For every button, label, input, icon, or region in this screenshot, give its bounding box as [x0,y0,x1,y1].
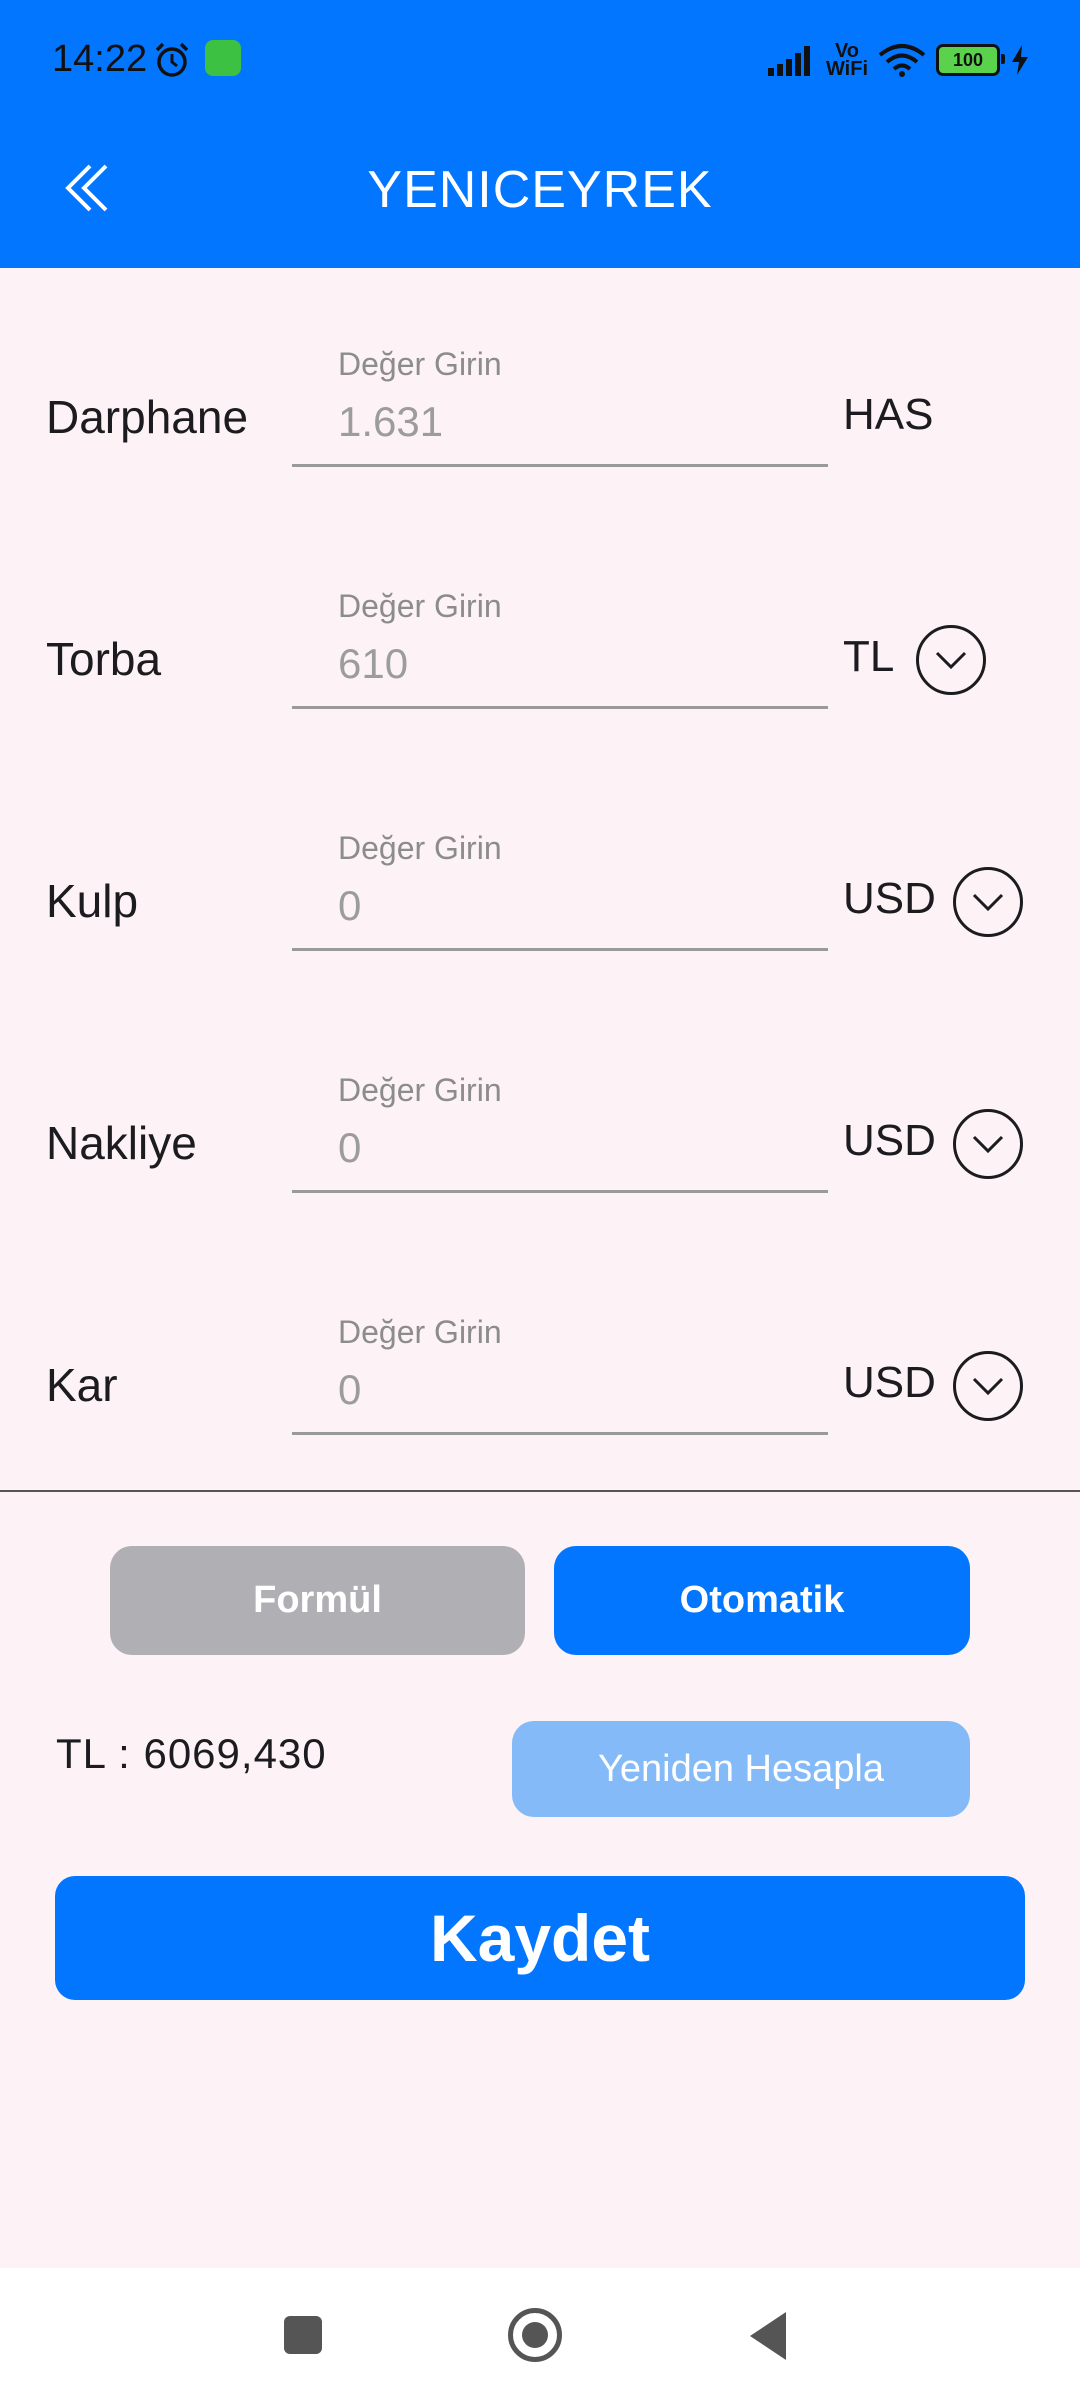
form-row-torba: Torba Değer Girin 610 TL [0,578,1080,738]
vowifi-bottom-label: WiFi [825,58,868,80]
battery-level: 100 [952,49,984,70]
form-row-darphane: Darphane Değer Girin 1.631 HAS [0,336,1080,496]
row-label: Nakliye [46,1117,197,1169]
currency-dropdown[interactable] [916,625,986,695]
unit-label: HAS [843,390,934,439]
chevron-down-icon [972,893,1004,912]
alarm-icon [152,40,192,85]
value-field[interactable]: Değer Girin 1.631 [292,336,828,467]
value-field[interactable]: Değer Girin 610 [292,578,828,709]
app-header: 14:22 Vo WiFi 100 YENICEYREK [0,0,1080,268]
unit-label: USD [843,874,936,923]
unit-label: USD [843,1116,936,1165]
charging-icon [1012,45,1028,75]
recents-icon[interactable] [284,2316,322,2354]
vowifi-indicator: Vo WiFi [825,41,868,80]
field-caption: Değer Girin [338,346,502,382]
field-value[interactable]: 610 [338,640,818,688]
row-label: Kar [46,1359,118,1411]
form-row-kar: Kar Değer Girin 0 USD [0,1304,1080,1464]
unit-label: USD [843,1358,936,1407]
field-caption: Değer Girin [338,830,502,866]
system-nav-bar [0,2268,1080,2400]
chevron-down-icon [972,1377,1004,1396]
formul-button[interactable]: Formül [110,1546,525,1655]
form-row-kulp: Kulp Değer Girin 0 USD [0,820,1080,980]
status-time: 14:22 [52,38,148,80]
battery-icon: 100 [936,44,1005,76]
recalculate-button[interactable]: Yeniden Hesapla [512,1721,970,1817]
otomatik-button[interactable]: Otomatik [554,1546,970,1655]
currency-dropdown[interactable] [953,1351,1023,1421]
unit-label: TL [843,632,895,681]
value-field[interactable]: Değer Girin 0 [292,1304,828,1435]
field-value[interactable]: 0 [338,1124,818,1172]
row-label: Darphane [46,391,249,443]
chevron-down-icon [935,651,967,670]
status-indicators: Vo WiFi 100 [767,38,1030,82]
value-field[interactable]: Değer Girin 0 [292,1062,828,1193]
field-caption: Değer Girin [338,588,502,624]
total-amount: TL : 6069,430 [56,1730,327,1777]
value-field[interactable]: Değer Girin 0 [292,820,828,951]
row-label: Torba [46,633,162,685]
currency-dropdown[interactable] [953,1109,1023,1179]
wifi-icon [878,44,926,77]
page-title: YENICEYREK [367,161,713,219]
app-badge-icon [205,40,241,76]
field-caption: Değer Girin [338,1072,502,1108]
save-button[interactable]: Kaydet [55,1876,1025,2000]
field-value[interactable]: 0 [338,882,818,930]
divider [0,1490,1080,1492]
home-icon[interactable] [508,2308,562,2362]
field-value[interactable]: 1.631 [338,398,818,446]
form-row-nakliye: Nakliye Değer Girin 0 USD [0,1062,1080,1222]
field-caption: Değer Girin [338,1314,502,1350]
field-value[interactable]: 0 [338,1366,818,1414]
currency-dropdown[interactable] [953,867,1023,937]
chevron-down-icon [972,1135,1004,1154]
back-triangle-icon[interactable] [750,2312,786,2360]
row-label: Kulp [46,875,139,927]
signal-icon [767,46,810,76]
